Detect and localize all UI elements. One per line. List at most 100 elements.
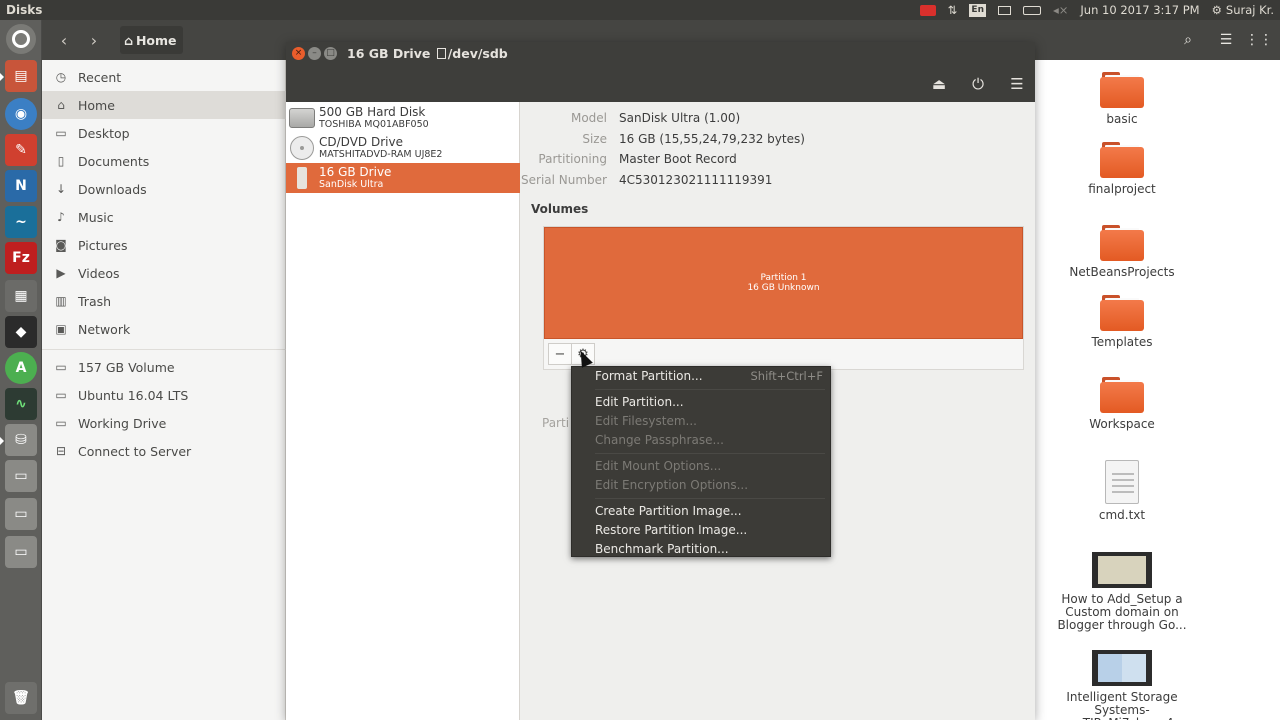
sidebar-item-downloads[interactable]: ↓ Downloads <box>42 175 286 203</box>
drive-item-cddvd[interactable]: CD/DVD Drive MATSHITADVD-RAM UJ8E2 <box>286 133 520 163</box>
desktop-item-video-storage[interactable]: Intelligent Storage Systems-raTIRsMi7zk.… <box>1052 650 1192 720</box>
desktop-item-basic[interactable]: basic <box>1052 72 1192 126</box>
folder-icon: ▭ <box>55 126 67 140</box>
close-button[interactable]: × <box>292 47 305 60</box>
disks-icon[interactable]: ⛁ <box>0 424 37 456</box>
indicator-area: ⇅ En ◂× Jun 10 2017 3:17 PM ⚙ Suraj Kr. <box>919 0 1280 20</box>
sidebar-item-music[interactable]: ♪ Music <box>42 203 286 231</box>
eject-button[interactable]: ⏏ <box>924 71 954 97</box>
power-off-button[interactable]: ⏻ <box>963 71 993 97</box>
video-icon: ▶ <box>56 266 66 280</box>
volume-icon[interactable]: ◂× <box>1053 0 1068 20</box>
wireshark-icon[interactable]: ~ <box>5 206 37 238</box>
maximize-button[interactable]: □ <box>324 47 337 60</box>
menu-item-label: Benchmark Partition... <box>595 542 729 556</box>
desktop-item-finalproject[interactable]: finalproject <box>1052 142 1192 196</box>
info-value: SanDisk Ultra (1.00) <box>619 111 741 125</box>
sidebar-item-157gb-volume[interactable]: ▭ 157 GB Volume <box>42 353 286 381</box>
sidebar-item-label: Connect to Server <box>78 443 192 459</box>
sidebar-separator <box>42 349 286 350</box>
sidebar-item-trash[interactable]: ▥ Trash <box>42 287 286 315</box>
volumes-heading: Volumes <box>531 202 589 216</box>
desktop-item-netbeansprojects[interactable]: NetBeansProjects <box>1052 225 1192 279</box>
path-bar-home[interactable]: ⌂ Home <box>120 26 183 54</box>
grid-view-icon[interactable]: ⋮⋮ <box>1245 29 1273 51</box>
music-icon: ♪ <box>57 210 65 224</box>
title-drive-name: 16 GB Drive <box>347 46 431 61</box>
trash-icon[interactable]: 🗑 <box>5 682 37 714</box>
sidebar-item-label: Trash <box>78 293 112 309</box>
menu-item-change-passphrase: Change Passphrase... <box>572 431 830 450</box>
system-monitor-icon[interactable]: ∿ <box>5 388 37 420</box>
sidebar-item-ubuntu[interactable]: ▭ Ubuntu 16.04 LTS <box>42 381 286 409</box>
drive-model: MATSHITADVD-RAM UJ8E2 <box>319 149 443 160</box>
sidebar-item-working-drive[interactable]: ▭ Working Drive <box>42 409 286 437</box>
network-transfer-icon[interactable]: ⇅ <box>948 0 958 20</box>
menu-item-create-partition-image[interactable]: Create Partition Image... <box>572 502 830 521</box>
keyboard-layout-indicator[interactable]: En <box>969 0 986 20</box>
desktop-item-cmd-txt[interactable]: cmd.txt <box>1052 460 1192 522</box>
partition-block[interactable]: Partition 1 16 GB Unknown <box>544 227 1023 339</box>
keyboard-icon[interactable]: ▦ <box>5 280 37 312</box>
path-label: Home <box>135 32 177 48</box>
settings-icon[interactable]: ✎ <box>5 134 37 166</box>
menu-item-label: Restore Partition Image... <box>595 523 748 537</box>
drive-name: CD/DVD Drive <box>319 135 403 149</box>
mail-icon[interactable] <box>997 0 1011 20</box>
gear-icon: ⚙ <box>1211 3 1222 17</box>
drive-icon[interactable]: ▭ <box>5 536 37 568</box>
info-value: 16 GB (15,55,24,79,232 bytes) <box>619 132 805 146</box>
list-view-icon[interactable]: ☰ <box>1215 29 1237 51</box>
search-icon[interactable]: ⌕ <box>1177 29 1199 51</box>
chromium-icon[interactable]: ◉ <box>5 98 37 130</box>
inkscape-icon[interactable]: ◆ <box>5 316 37 348</box>
session-menu[interactable]: ⚙ Suraj Kr. <box>1212 0 1274 20</box>
menu-item-restore-partition-image[interactable]: Restore Partition Image... <box>572 521 830 540</box>
menu-item-format-partition[interactable]: Format Partition... Shift+Ctrl+F <box>572 367 830 386</box>
menu-accelerator: Shift+Ctrl+F <box>750 369 824 383</box>
drive-model: TOSHIBA MQ01ABF050 <box>319 119 429 130</box>
sidebar-item-label: Music <box>78 209 114 225</box>
volumes-map: Partition 1 16 GB Unknown − ⚙ <box>543 226 1024 370</box>
desktop-item-video-blogger[interactable]: How to Add_Setup a Custom domain on Blog… <box>1052 552 1192 632</box>
sidebar-item-documents[interactable]: ▯ Documents <box>42 147 286 175</box>
disks-titlebar: × – □ 16 GB Drive /dev/sdb <box>286 42 1035 66</box>
android-studio-icon[interactable]: A <box>5 352 37 384</box>
sidebar-item-network[interactable]: ▣ Network <box>42 315 286 343</box>
desktop-item-workspace[interactable]: Workspace <box>1052 377 1192 431</box>
files-icon[interactable]: ▤ <box>0 60 37 92</box>
menu-button[interactable]: ☰ <box>1002 71 1032 97</box>
filezilla-icon[interactable]: Fz <box>5 242 37 274</box>
sidebar-item-videos[interactable]: ▶ Videos <box>42 259 286 287</box>
menu-separator <box>595 453 825 454</box>
sidebar-item-pictures[interactable]: ◙ Pictures <box>42 231 286 259</box>
sidebar-item-desktop[interactable]: ▭ Desktop <box>42 119 286 147</box>
menu-item-edit-encryption-options: Edit Encryption Options... <box>572 476 830 495</box>
sidebar-item-label: Working Drive <box>78 415 167 431</box>
optical-disc-icon <box>288 134 316 162</box>
forward-button[interactable]: › <box>82 28 106 52</box>
drive-item-16gb[interactable]: 16 GB Drive SanDisk Ultra <box>286 163 520 193</box>
desktop-item-templates[interactable]: Templates <box>1052 295 1192 349</box>
sidebar-item-connect-server[interactable]: ⊟ Connect to Server <box>42 437 286 465</box>
launcher: ▤ ◉ ✎ N ~ Fz ▦ ◆ A ∿ ⛁ ▭ ▭ ▭ 🗑 <box>0 20 42 720</box>
clock-indicator[interactable]: Jun 10 2017 3:17 PM <box>1080 0 1199 20</box>
menu-item-benchmark-partition[interactable]: Benchmark Partition... <box>572 540 830 559</box>
video-file-icon <box>1092 650 1152 686</box>
drive-icon[interactable]: ▭ <box>5 460 37 492</box>
minimize-button[interactable]: – <box>308 47 321 60</box>
sidebar-item-home[interactable]: ⌂ Home <box>42 91 286 119</box>
menu-item-edit-partition[interactable]: Edit Partition... <box>572 393 830 412</box>
battery-icon[interactable] <box>1022 0 1041 20</box>
info-row-model: Model SanDisk Ultra (1.00) <box>520 111 1035 131</box>
drive-item-500gb[interactable]: 500 GB Hard Disk TOSHIBA MQ01ABF050 <box>286 103 520 133</box>
remove-partition-button[interactable]: − <box>548 343 572 365</box>
info-value: Master Boot Record <box>619 152 737 166</box>
sidebar-item-recent[interactable]: ◷ Recent <box>42 63 286 91</box>
netbeans-icon[interactable]: N <box>5 170 37 202</box>
drive-icon[interactable]: ▭ <box>5 498 37 530</box>
item-label: Templates <box>1091 335 1153 349</box>
back-button[interactable]: ‹ <box>52 28 76 52</box>
recording-icon[interactable] <box>919 0 936 20</box>
dash-icon[interactable] <box>6 24 36 54</box>
